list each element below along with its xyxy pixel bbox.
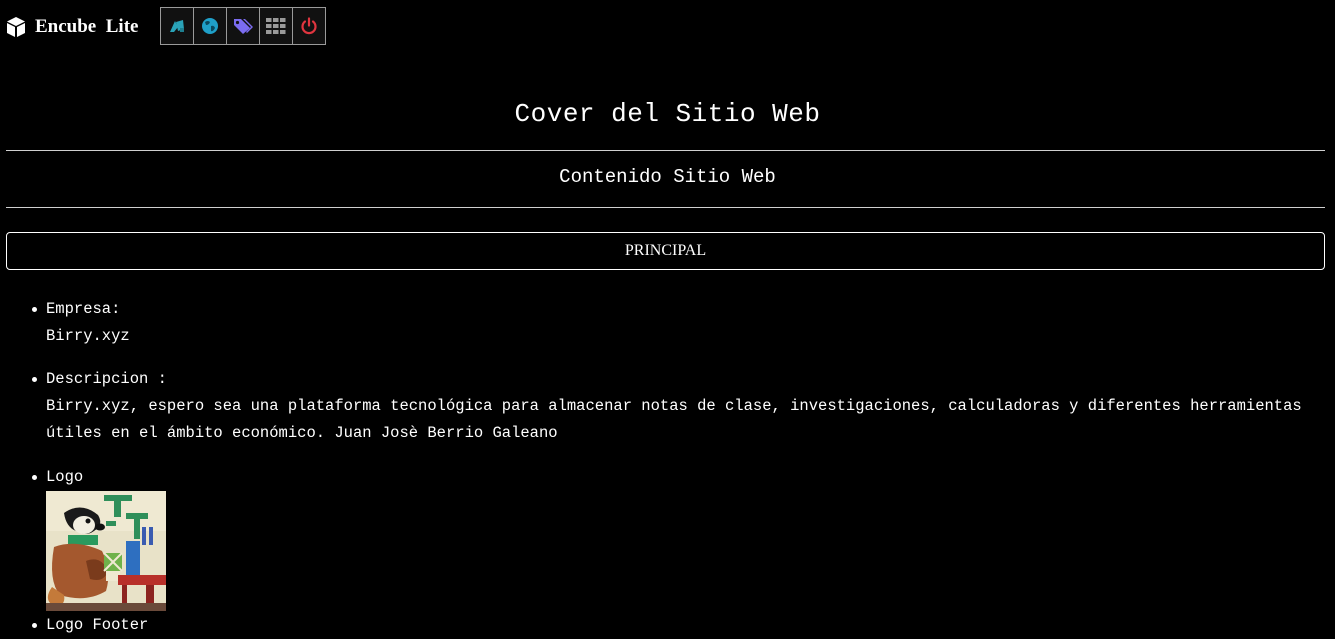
tags-button[interactable] xyxy=(226,7,260,45)
shapes-icon xyxy=(168,18,186,34)
tags-icon xyxy=(232,17,254,35)
brand-name: Encube Lite xyxy=(35,16,139,37)
power-icon xyxy=(300,17,318,35)
top-bar: Encube Lite xyxy=(0,0,1335,52)
divider xyxy=(6,150,1325,151)
divider xyxy=(6,207,1325,208)
grid-icon xyxy=(266,18,286,34)
descripcion-label: Descripcion : xyxy=(46,370,167,388)
list-item-logo-footer: Logo Footer xyxy=(32,612,1306,639)
section-title: Contenido Sitio Web xyxy=(559,166,776,188)
list-item-logo: Logo xyxy=(32,464,1306,612)
globe-icon xyxy=(201,17,219,35)
logo-footer-label: Logo Footer xyxy=(46,616,149,634)
principal-button[interactable]: PRINCIPAL xyxy=(6,232,1325,270)
descripcion-value: Birry.xyz, espero sea una plataforma tec… xyxy=(46,397,1302,442)
brand[interactable]: Encube Lite xyxy=(6,16,138,38)
site-info-list: Empresa: Birry.xyz Descripcion : Birry.x… xyxy=(32,296,1306,639)
apps-grid-button[interactable] xyxy=(259,7,293,45)
cube-icon xyxy=(6,16,26,38)
globe-button[interactable] xyxy=(193,7,227,45)
shapes-button[interactable] xyxy=(160,7,194,45)
logo-label: Logo xyxy=(46,468,84,486)
toolbar xyxy=(160,7,326,45)
page-title: Cover del Sitio Web xyxy=(514,99,821,129)
empresa-label: Empresa: xyxy=(46,300,121,318)
logout-button[interactable] xyxy=(292,7,326,45)
list-item-empresa: Empresa: Birry.xyz xyxy=(32,296,1306,366)
list-item-descripcion: Descripcion : Birry.xyz, espero sea una … xyxy=(32,366,1306,464)
empresa-value: Birry.xyz xyxy=(46,327,130,345)
logo-image xyxy=(46,491,166,611)
